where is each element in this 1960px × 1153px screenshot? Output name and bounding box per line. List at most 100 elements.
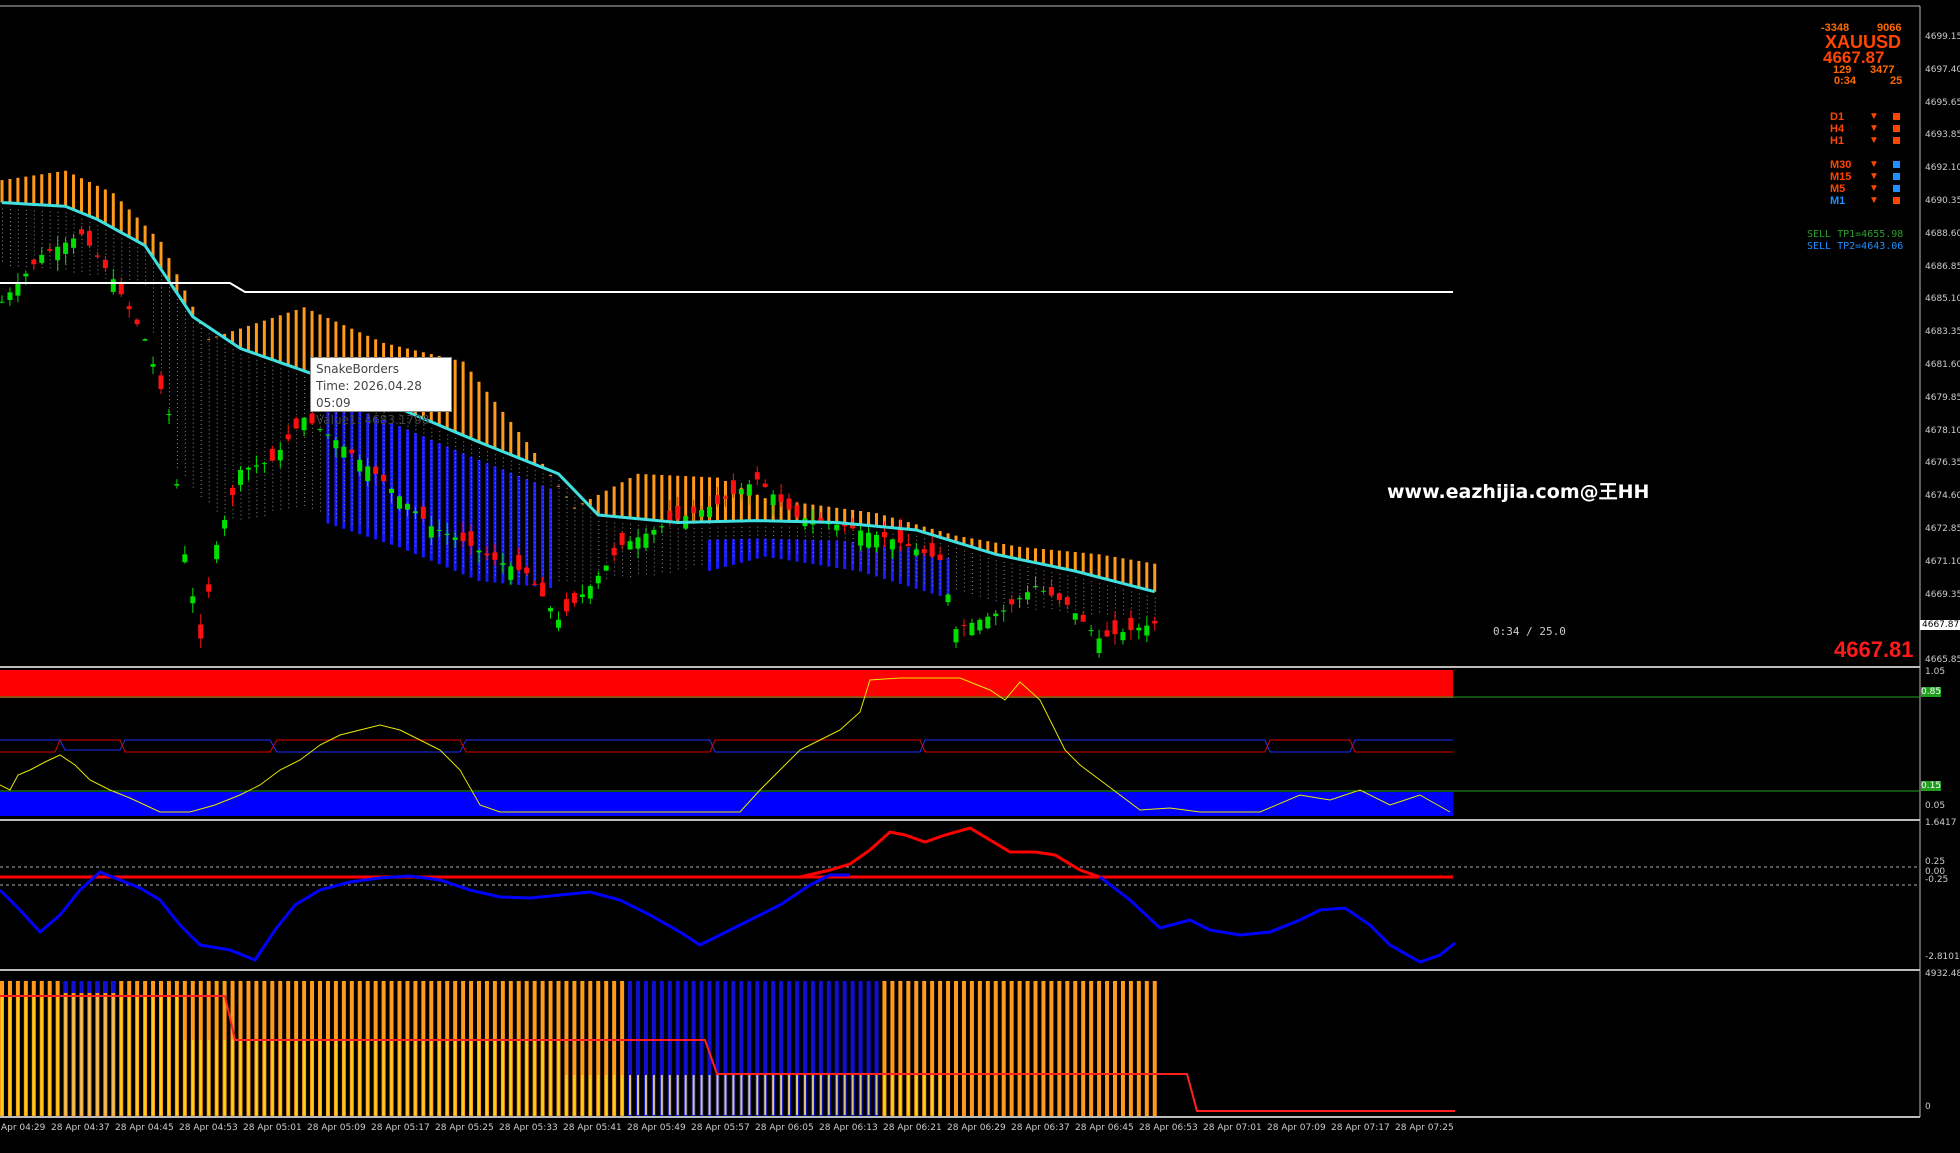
band-dot [184,346,186,348]
band-dot [192,362,194,364]
band-dot [168,295,170,297]
band-dot [995,592,997,594]
band-dot [176,410,178,412]
band-dot [200,427,202,429]
band-dot [987,593,989,595]
band-dot [542,541,544,543]
timeframe-row-m5: M5 ▼ [1830,183,1910,195]
band-dot [320,494,321,496]
histogram-inner-bar [660,1075,663,1115]
band-dot [168,291,170,293]
osc1-red-zone [0,670,1453,698]
time-axis-label: 28 Apr 05:01 [243,1123,302,1133]
current-price-tag: 4667.87 [1920,620,1960,630]
band-dot [375,528,377,530]
band-dot [97,265,99,267]
band-dot [105,241,107,243]
band-dot [407,465,409,467]
band-dot [200,431,202,433]
band-dot [375,444,377,446]
band-dot [216,342,218,344]
band-dot [542,481,544,483]
band-dot [653,566,655,568]
band-dot [502,541,504,543]
band-dot [948,581,950,583]
band-dot [963,586,965,588]
band-dot [232,373,234,375]
band-dot [113,250,115,252]
band-dot [65,228,67,230]
band-dot [208,401,210,403]
candle-body [929,543,935,557]
band-dot [17,245,19,247]
band-dot [248,437,250,439]
candle-body [563,599,569,612]
band-dot [582,520,584,522]
band-dot [153,303,155,305]
band-dot [558,579,560,581]
band-dot [423,444,425,446]
band-dot [304,456,306,458]
band-dot [447,506,449,508]
histogram-bar [1081,981,1086,1116]
band-dot [494,522,496,524]
histogram-bar [1001,981,1006,1116]
band-dot [1099,595,1101,597]
band-dot [288,419,290,421]
histogram-inner-bar [462,1040,465,1115]
band-dot [248,425,250,427]
band-dot [1027,575,1029,577]
band-dot [439,479,441,481]
band-dot [1059,589,1061,591]
time-axis-label: 28 Apr 06:29 [947,1123,1006,1133]
band-dot [494,538,496,540]
chart-canvas[interactable] [0,0,1960,1153]
candle-body [500,563,506,565]
band-dot [1035,572,1037,574]
band-dot [741,550,743,552]
band-dot [200,403,202,405]
band-dot [351,495,353,497]
candle-body [444,533,450,535]
band-dot [296,486,298,488]
band-dot [383,440,385,442]
band-dot [630,568,632,570]
band-dot [288,479,290,481]
band-dot [256,484,258,486]
band-dot [399,478,401,480]
band-dot [669,535,671,537]
band-upper-bar [87,181,91,217]
band-dot [161,339,162,341]
band-dot [264,386,266,388]
band-dot [995,564,997,566]
band-dot [248,453,250,455]
band-dot [272,461,274,463]
band-dot [486,491,488,493]
band-dot [1130,603,1132,605]
band-dot [240,422,242,424]
histogram-inner-bar [319,1040,321,1115]
band-dot [208,369,210,371]
band-dot [351,511,353,513]
band-dot [200,347,202,349]
band-dot [494,482,496,484]
band-dot [455,561,457,563]
band-dot [232,481,234,483]
band-dot [224,455,226,457]
band-dot [582,540,584,542]
band-dot [200,331,202,333]
band-dot [288,415,290,417]
candle-body [47,249,53,251]
candle-body [778,494,784,502]
band-dot [327,449,329,451]
histogram-inner-bar [549,1040,552,1115]
band-dot [590,580,592,582]
band-dot [224,439,226,441]
band-dot [510,548,512,550]
band-dot [216,374,218,376]
band-dot [979,571,981,573]
band-dot [304,464,306,466]
band-dot [391,527,393,529]
band-dot [264,494,266,496]
band-dot [81,246,83,248]
